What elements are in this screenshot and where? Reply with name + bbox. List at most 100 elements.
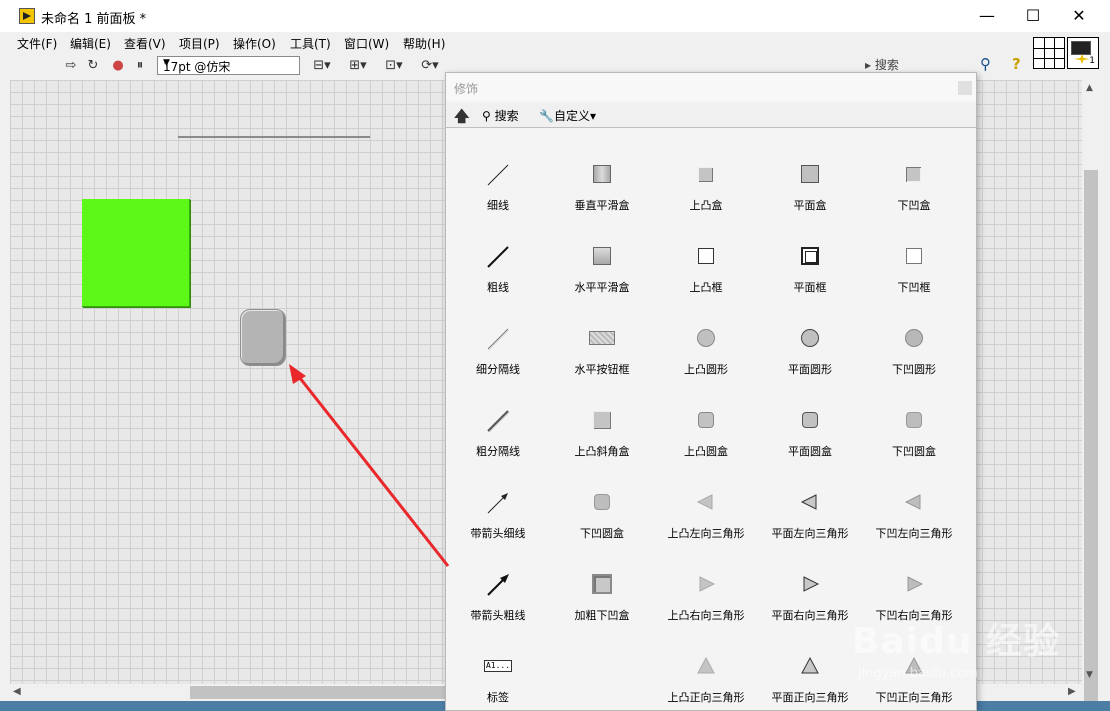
reorder-icon[interactable]: ⟳▾	[416, 58, 444, 74]
font-settings-dropdown[interactable]: 17pt @仿宋 ▼	[157, 56, 300, 75]
palette-item-flat-right-triangle[interactable]: 平面右向三角形	[758, 539, 862, 622]
minimize-button[interactable]: —	[964, 0, 1010, 32]
palette-item-lowered-round-box[interactable]: 下凹圆盒	[550, 457, 654, 540]
align-objects-icon[interactable]: ⊟▾	[308, 58, 336, 74]
menu-operate[interactable]: 操作(O)	[233, 35, 276, 52]
abort-execution-icon[interactable]: ●	[109, 58, 127, 74]
thin-arrow-line-icon	[484, 489, 512, 517]
horizontal-scroll-thumb[interactable]	[190, 686, 445, 699]
palette-item-thick-divider[interactable]: 粗分隔线	[446, 375, 550, 458]
palette-item-flat-up-triangle[interactable]: 平面正向三角形	[758, 621, 862, 704]
menu-bar: 文件(F) 编辑(E) 查看(V) 项目(P) 操作(O) 工具(T) 窗口(W…	[0, 32, 1032, 52]
connector-pane-icon[interactable]	[1033, 37, 1065, 69]
decoration-round-box[interactable]	[240, 309, 286, 366]
title-bar[interactable]: 未命名 1 前面板 * — ☐ ✕	[0, 0, 1110, 32]
scroll-up-icon[interactable]: ▲	[1086, 83, 1093, 93]
thin-divider-icon	[484, 325, 512, 353]
palette-item-lowered-left-triangle[interactable]: 下凹左向三角形	[862, 457, 966, 540]
palette-item-thin-divider[interactable]: 细分隔线	[446, 293, 550, 376]
lowered-right-triangle-icon	[900, 571, 928, 599]
palette-item-lowered-round-box[interactable]: 下凹圆盒	[862, 375, 966, 458]
palette-customize-button[interactable]: 🔧自定义▾	[539, 107, 596, 124]
palette-item-flat-circle[interactable]: 平面圆形	[758, 293, 862, 376]
palette-item-none	[550, 621, 654, 703]
palette-toolbar: 🡅 ⚲ 搜索 🔧自定义▾	[446, 103, 976, 128]
label-icon: A1...	[484, 660, 512, 672]
vertical-scrollbar[interactable]: ▲ ▼	[1082, 80, 1100, 711]
horizontal-smooth-box-icon	[588, 243, 616, 271]
thick-line-icon	[484, 243, 512, 271]
palette-item-raised-right-triangle[interactable]: 上凸右向三角形	[654, 539, 758, 622]
decoration-green-box[interactable]	[82, 199, 190, 307]
palette-item-flat-round-box[interactable]: 平面圆盒	[758, 375, 862, 458]
flat-box-icon	[796, 161, 824, 189]
palette-item-thick-line[interactable]: 粗线	[446, 211, 550, 294]
chevron-down-icon: ▼	[163, 58, 170, 68]
wrench-icon: 🔧	[539, 109, 554, 123]
menu-project[interactable]: 项目(P)	[179, 35, 220, 52]
palette-item-raised-bevel-box[interactable]: 上凸斜角盒	[550, 375, 654, 458]
palette-close-button[interactable]	[958, 81, 972, 95]
palette-item-lowered-right-triangle[interactable]: 下凹右向三角形	[862, 539, 966, 622]
palette-item-flat-box[interactable]: 平面盒	[758, 129, 862, 212]
raised-right-triangle-icon	[692, 571, 720, 599]
flat-frame-icon	[796, 243, 824, 271]
vertical-scroll-thumb[interactable]	[1084, 170, 1098, 711]
palette-title-bar[interactable]: 修饰	[446, 73, 976, 101]
palette-item-label[interactable]: A1... 标签	[446, 621, 550, 704]
palette-item-horizontal-smooth-box[interactable]: 水平平滑盒	[550, 211, 654, 294]
palette-item-vertical-smooth-box[interactable]: 垂直平滑盒	[550, 129, 654, 212]
thick-lowered-box-icon	[588, 571, 616, 599]
scroll-left-icon[interactable]: ◀	[13, 686, 21, 697]
menu-view[interactable]: 查看(V)	[124, 35, 166, 52]
menu-edit[interactable]: 编辑(E)	[70, 35, 111, 52]
menu-help[interactable]: 帮助(H)	[403, 35, 445, 52]
palette-item-thick-arrow-line[interactable]: 带箭头粗线	[446, 539, 550, 622]
palette-item-lowered-box[interactable]: 下凹盒	[862, 129, 966, 212]
baidu-watermark-url: jingyan.baidu.com	[858, 666, 978, 681]
none-icon	[588, 653, 616, 681]
palette-item-flat-left-triangle[interactable]: 平面左向三角形	[758, 457, 862, 540]
palette-item-thin-line[interactable]: 细线	[446, 129, 550, 212]
scroll-right-icon[interactable]: ▶	[1068, 686, 1076, 697]
maximize-button[interactable]: ☐	[1010, 0, 1056, 32]
menu-tools[interactable]: 工具(T)	[290, 35, 331, 52]
vi-icon[interactable]: 1	[1067, 37, 1099, 69]
up-arrow-icon[interactable]: 🡅	[454, 106, 469, 131]
scroll-down-icon[interactable]: ▼	[1086, 670, 1093, 680]
palette-item-thick-lowered-box[interactable]: 加粗下凹盒	[550, 539, 654, 622]
palette-item-lowered-circle[interactable]: 下凹圆形	[862, 293, 966, 376]
palette-item-horizontal-button-box[interactable]: 水平按钮框	[550, 293, 654, 376]
lowered-left-triangle-icon	[900, 489, 928, 517]
distribute-objects-icon[interactable]: ⊞▾	[344, 58, 372, 74]
palette-item-lowered-frame[interactable]: 下凹框	[862, 211, 966, 294]
thick-arrow-line-icon	[484, 571, 512, 599]
help-icon[interactable]: ?	[1012, 55, 1021, 73]
palette-item-raised-round-box[interactable]: 上凸圆盒	[654, 375, 758, 458]
run-arrow-icon[interactable]: ⇨	[62, 58, 80, 74]
lowered-round-box-icon	[900, 407, 928, 435]
palette-item-raised-circle[interactable]: 上凸圆形	[654, 293, 758, 376]
palette-item-flat-frame[interactable]: 平面框	[758, 211, 862, 294]
menu-window[interactable]: 窗口(W)	[344, 35, 389, 52]
palette-search-button[interactable]: ⚲ 搜索	[482, 107, 519, 124]
raised-left-triangle-icon	[692, 489, 720, 517]
palette-item-label: 下凹正向三角形	[875, 691, 953, 704]
close-button[interactable]: ✕	[1056, 0, 1102, 32]
raised-bevel-box-icon	[588, 407, 616, 435]
run-continuously-icon[interactable]: ↻	[84, 58, 102, 74]
magnifier-icon: ⚲	[482, 109, 491, 123]
palette-item-raised-up-triangle[interactable]: 上凸正向三角形	[654, 621, 758, 704]
menu-file[interactable]: 文件(F)	[17, 35, 57, 52]
pause-icon[interactable]: ⏸	[131, 58, 149, 74]
lowered-circle-icon	[900, 325, 928, 353]
palette-item-thin-arrow-line[interactable]: 带箭头细线	[446, 457, 550, 540]
palette-item-raised-frame[interactable]: 上凸框	[654, 211, 758, 294]
flat-up-triangle-icon	[796, 653, 824, 681]
flat-right-triangle-icon	[796, 571, 824, 599]
palette-item-raised-left-triangle[interactable]: 上凸左向三角形	[654, 457, 758, 540]
decoration-thin-line[interactable]	[178, 136, 370, 138]
palette-item-raised-box[interactable]: 上凸盒	[654, 129, 758, 212]
resize-objects-icon[interactable]: ⊡▾	[380, 58, 408, 74]
magnifier-icon[interactable]: ⚲	[980, 55, 991, 73]
